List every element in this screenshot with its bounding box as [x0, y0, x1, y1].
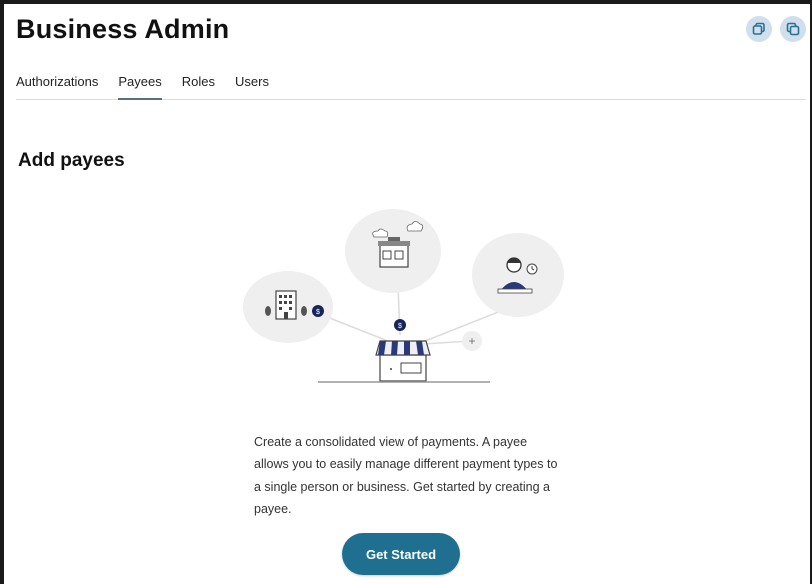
tab-bar: Authorizations Payees Roles Users	[16, 73, 806, 100]
header-actions	[746, 16, 806, 42]
storefront-icon	[375, 340, 431, 382]
page-title: Business Admin	[16, 14, 230, 44]
duplicate-icon[interactable]	[780, 16, 806, 42]
plus-icon: +	[462, 331, 482, 351]
tab-authorizations[interactable]: Authorizations	[16, 73, 98, 99]
shop-building-icon	[345, 209, 441, 293]
payees-illustration: $ $ +	[238, 205, 578, 392]
copy-icon[interactable]	[746, 16, 772, 42]
tab-roles[interactable]: Roles	[182, 73, 215, 99]
dollar-coin-icon: $	[394, 319, 406, 331]
person-icon	[472, 233, 564, 317]
svg-text:$: $	[398, 323, 402, 330]
payees-description: Create a consolidated view of payments. …	[254, 434, 558, 517]
section-title: Add payees	[18, 150, 125, 171]
tab-users[interactable]: Users	[235, 73, 269, 99]
svg-text:$: $	[316, 309, 320, 316]
get-started-button[interactable]: Get Started	[342, 533, 460, 575]
tab-payees[interactable]: Payees	[118, 73, 163, 100]
svg-text:+: +	[468, 334, 475, 348]
office-building-icon: $	[243, 271, 333, 343]
